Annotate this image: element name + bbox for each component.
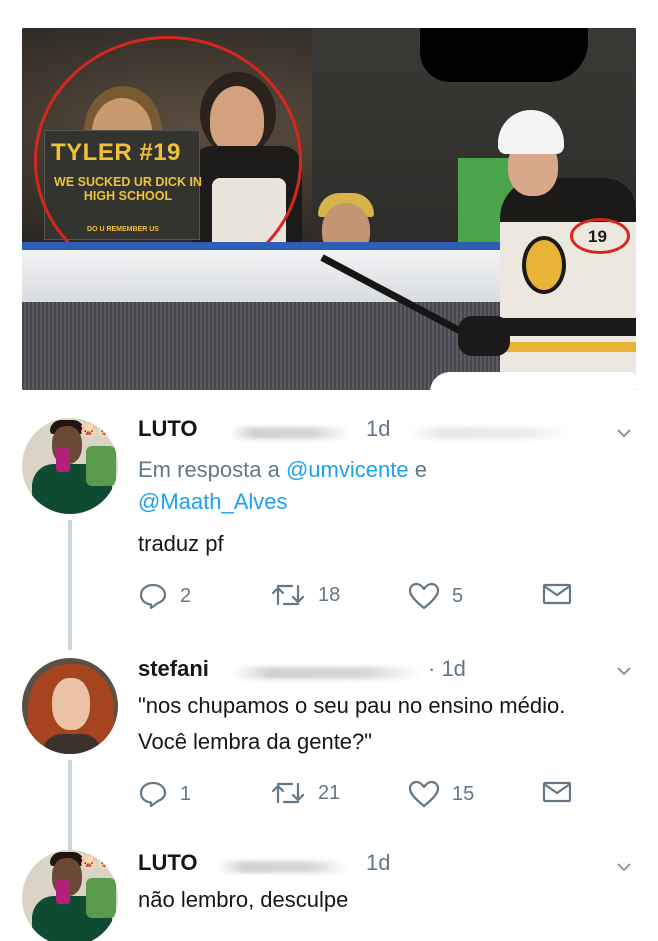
- message-icon: [542, 583, 572, 605]
- timestamp[interactable]: 1d: [366, 850, 390, 876]
- chevron-down-icon[interactable]: [616, 666, 636, 680]
- redacted-handle: [230, 427, 350, 439]
- timestamp[interactable]: · 1d: [428, 656, 466, 682]
- retweet-count: 21: [318, 781, 341, 804]
- jersey-number-highlight: 19: [570, 218, 630, 254]
- direct-message-button[interactable]: [542, 780, 584, 804]
- like-button[interactable]: 15: [408, 780, 474, 808]
- reply-count: 2: [180, 584, 192, 607]
- team-logo: [522, 236, 566, 294]
- jersey-number: 19: [588, 227, 607, 246]
- redacted-handle: [218, 861, 348, 873]
- reply-button[interactable]: 2: [138, 582, 191, 610]
- like-count: 5: [452, 584, 464, 607]
- retweet-icon: [271, 584, 305, 606]
- like-icon: [408, 780, 440, 808]
- retweet-icon: [271, 782, 305, 804]
- thread-line: [68, 520, 72, 650]
- avatar[interactable]: 🐷🐷: [22, 418, 118, 514]
- avatar[interactable]: 🐷🐷: [22, 850, 118, 941]
- avatar[interactable]: [22, 658, 118, 754]
- pig-emoji-icon: 🐷🐷: [80, 422, 115, 438]
- mention-link[interactable]: @umvicente: [286, 457, 409, 482]
- display-name[interactable]: stefani: [138, 656, 209, 682]
- reply-context: Em resposta a @umvicente e @Maath_Alves: [138, 457, 427, 514]
- redaction-mark: [420, 28, 588, 82]
- display-name[interactable]: LUTO: [138, 850, 197, 876]
- like-count: 15: [452, 782, 475, 805]
- retweet-button[interactable]: 21: [270, 780, 340, 806]
- chevron-down-icon[interactable]: [616, 428, 636, 442]
- tweet-text: "nos chupamos o seu pau no ensino médio.…: [138, 693, 566, 754]
- reply-icon: [139, 781, 167, 808]
- reply-count: 1: [180, 782, 192, 805]
- tweet-actions: 2 18 5: [138, 582, 578, 612]
- like-button[interactable]: 5: [408, 582, 463, 610]
- direct-message-button[interactable]: [542, 582, 584, 606]
- retweet-count: 18: [318, 583, 341, 606]
- tweet-photo[interactable]: TYLER #19 WE SUCKED UR DICK IN HIGH SCHO…: [22, 28, 636, 390]
- redacted-handle: [232, 667, 422, 679]
- thread-line: [68, 760, 72, 850]
- display-name[interactable]: LUTO: [138, 416, 197, 442]
- chevron-down-icon[interactable]: [616, 862, 636, 876]
- reply-icon: [139, 583, 167, 610]
- pig-emoji-icon: 🐷🐷: [80, 854, 115, 870]
- reply-button[interactable]: 1: [138, 780, 191, 808]
- tweet-actions: 1 21 15: [138, 780, 578, 810]
- tweet-text: não lembro, desculpe: [138, 887, 349, 912]
- like-icon: [408, 582, 440, 610]
- tweet-text: traduz pf: [138, 531, 224, 556]
- message-icon: [542, 781, 572, 803]
- retweet-button[interactable]: 18: [270, 582, 340, 608]
- mention-link[interactable]: @Maath_Alves: [138, 489, 288, 514]
- timestamp[interactable]: 1d: [366, 416, 390, 442]
